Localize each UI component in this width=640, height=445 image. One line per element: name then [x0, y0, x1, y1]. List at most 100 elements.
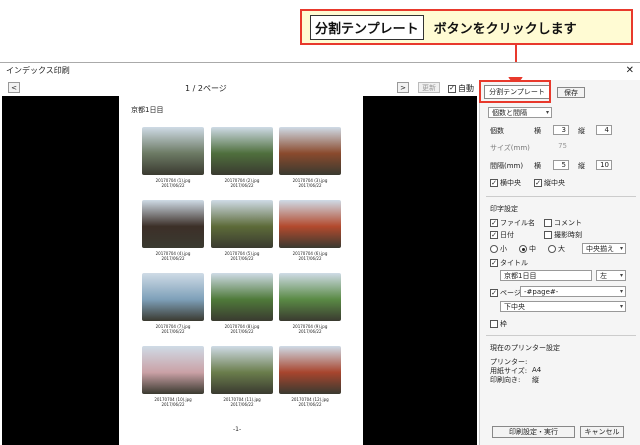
date-checkbox[interactable]: ✓ 日付 [490, 230, 514, 240]
count-h-input[interactable]: 3 [553, 125, 569, 135]
checkmark-icon: ✓ [490, 178, 498, 187]
photo-image [279, 200, 341, 248]
instruction-callout: 分割テンプレート ボタンをクリックします [300, 9, 633, 45]
size-large-radio[interactable]: 大 [548, 244, 565, 254]
cancel-button[interactable]: キャンセル [580, 426, 624, 438]
chevron-down-icon: ▾ [619, 272, 623, 279]
photo-date: 2017/06/22 [230, 402, 254, 407]
callout-button-name: 分割テンプレート [310, 14, 424, 40]
page-format-select[interactable]: -#page#- ▾ [520, 286, 626, 297]
photo-caption: 20170704 (9).jpg 2017/06/22 [279, 324, 341, 334]
unchecked-box-icon [490, 320, 498, 328]
photo-date: 2017/06/22 [298, 256, 322, 261]
size-mid-label: 中 [529, 245, 536, 253]
gap-v-label: 縦 [578, 162, 585, 170]
title-input[interactable]: 京都1日目 [500, 270, 592, 281]
photo-caption: 20170704 (3).jpg 2017/06/22 [279, 178, 341, 188]
align-select[interactable]: 中央揃え ▾ [582, 243, 626, 254]
prev-page-button[interactable]: < [8, 82, 20, 93]
photo-thumbnail: 20170704 (5).jpg 2017/06/22 [211, 200, 273, 261]
page-checkbox[interactable]: ✓ ページ [490, 288, 521, 298]
photo-image [279, 127, 341, 175]
template-button-highlight [479, 80, 551, 103]
center-v-label: 縦中央 [544, 179, 565, 187]
photo-thumbnail: 20170704 (2).jpg 2017/06/22 [211, 127, 273, 188]
photo-image [279, 273, 341, 321]
gap-v-input[interactable]: 10 [596, 160, 612, 170]
title-checkbox[interactable]: ✓ タイトル [490, 258, 528, 268]
shoot-time-checkbox[interactable]: 撮影時刻 [544, 230, 582, 240]
preview-toolbar: < 1 / 2ページ > 更新 ✓ 自動 [0, 80, 477, 96]
page-indicator: 1 / 2ページ [185, 84, 227, 93]
checkmark-icon: ✓ [534, 178, 542, 187]
checkmark-icon: ✓ [490, 258, 498, 267]
close-icon[interactable]: ✕ [626, 65, 634, 76]
callout-text: ボタンをクリックします [433, 21, 577, 37]
frame-checkbox[interactable]: 枠 [490, 319, 507, 329]
photo-date: 2017/06/22 [298, 183, 322, 188]
size-large-label: 大 [558, 245, 565, 253]
comment-checkbox[interactable]: コメント [544, 218, 582, 228]
date-label: 日付 [500, 231, 514, 239]
title-align-value: 左 [600, 271, 607, 280]
title-align-select[interactable]: 左 ▾ [596, 270, 626, 281]
filename-label: ファイル名 [500, 219, 535, 227]
photo-caption: 20170704 (7).jpg 2017/06/22 [142, 324, 204, 334]
radio-icon [490, 245, 498, 253]
photo-date: 2017/06/22 [161, 183, 185, 188]
photo-thumbnail: 20170704 (9).jpg 2017/06/22 [279, 273, 341, 334]
paper-size-value: A4 [532, 366, 542, 374]
photo-image [279, 346, 341, 394]
count-v-input[interactable]: 4 [596, 125, 612, 135]
size-input: 75 [558, 142, 567, 150]
page-position-value: 下中央 [504, 302, 525, 311]
auto-checkmark-icon: ✓ [448, 84, 456, 93]
center-v-checkbox[interactable]: ✓ 縦中央 [534, 178, 565, 188]
center-h-label: 横中央 [500, 179, 521, 187]
photo-date: 2017/06/22 [230, 256, 254, 261]
screenshot-root: 分割テンプレート ボタンをクリックします インデックス印刷 ✕ < 1 / 2ペ… [0, 0, 640, 445]
comment-label: コメント [554, 219, 582, 227]
photo-caption: 20170704 (6).jpg 2017/06/22 [279, 251, 341, 261]
photo-caption: 20170704 (1).jpg 2017/06/22 [142, 178, 204, 188]
save-button[interactable]: 保存 [557, 87, 585, 98]
unchecked-box-icon [544, 231, 552, 239]
section-divider [486, 196, 636, 197]
gap-h-input[interactable]: 5 [553, 160, 569, 170]
print-settings-heading: 印字設定 [490, 205, 518, 213]
printer-section-heading: 現在のプリンター設定 [490, 344, 560, 352]
center-h-checkbox[interactable]: ✓ 横中央 [490, 178, 521, 188]
photo-caption: 20170704 (11).jpg 2017/06/22 [211, 397, 273, 407]
photo-date: 2017/06/22 [161, 256, 185, 261]
checkmark-icon: ✓ [490, 230, 498, 239]
window-title: インデックス印刷 [6, 65, 70, 75]
settings-panel: 分割テンプレート 保存 個数と間隔 ▾ 個数 横 3 縦 4 サイズ(mm) 7… [479, 80, 640, 445]
page-position-select[interactable]: 下中央 ▾ [500, 301, 626, 312]
checkmark-icon: ✓ [490, 218, 498, 227]
title-bar: インデックス印刷 ✕ [0, 63, 640, 77]
update-button[interactable]: 更新 [418, 82, 440, 93]
chevron-down-icon: ▾ [619, 303, 623, 310]
photo-image [211, 273, 273, 321]
print-execute-button[interactable]: 印刷設定・実行 [492, 426, 575, 438]
photo-date: 2017/06/22 [298, 402, 322, 407]
filename-checkbox[interactable]: ✓ ファイル名 [490, 218, 535, 228]
count-v-label: 縦 [578, 127, 585, 135]
checkmark-icon: ✓ [490, 288, 498, 297]
next-page-button[interactable]: > [397, 82, 409, 93]
photo-caption: 20170704 (10).jpg 2017/06/22 [142, 397, 204, 407]
preview-sheet: 京都1日目 20170704 (1).jpg 2017/06/22 20170704… [119, 96, 363, 445]
photo-date: 2017/06/22 [230, 183, 254, 188]
auto-checkbox[interactable]: ✓ 自動 [448, 83, 474, 94]
photo-thumbnail: 20170704 (8).jpg 2017/06/22 [211, 273, 273, 334]
photo-caption: 20170704 (2).jpg 2017/06/22 [211, 178, 273, 188]
unchecked-box-icon [544, 219, 552, 227]
photo-image [211, 346, 273, 394]
index-print-window: インデックス印刷 ✕ < 1 / 2ページ > 更新 ✓ 自動 京都1日目 20… [0, 62, 640, 445]
photo-caption: 20170704 (4).jpg 2017/06/22 [142, 251, 204, 261]
size-small-label: 小 [500, 245, 507, 253]
layout-mode-select[interactable]: 個数と間隔 ▾ [488, 107, 552, 118]
size-mid-radio[interactable]: 中 [519, 244, 536, 254]
photo-image [211, 127, 273, 175]
size-small-radio[interactable]: 小 [490, 244, 507, 254]
